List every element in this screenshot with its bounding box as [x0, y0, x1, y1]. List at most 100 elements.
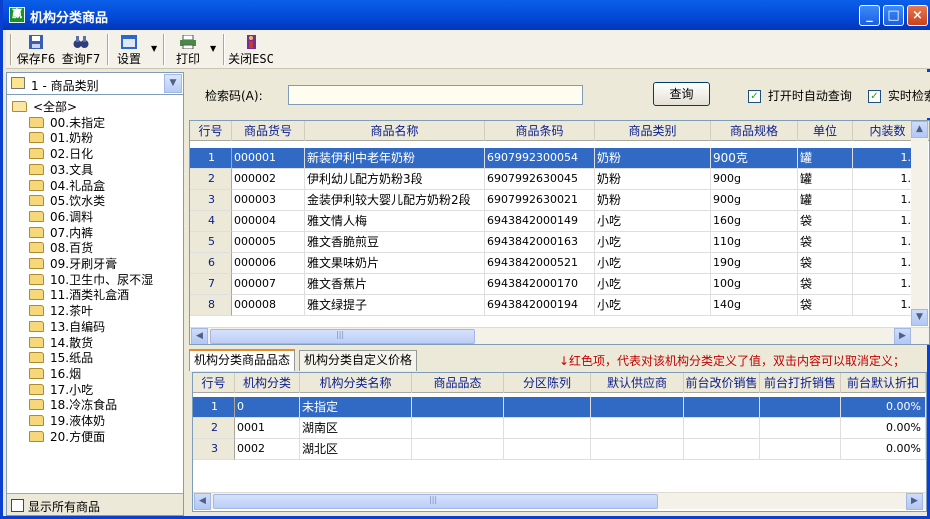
minimize-button[interactable]: _: [859, 5, 880, 26]
scroll-thumb[interactable]: |||: [213, 494, 658, 509]
query-button[interactable]: 查询F7: [60, 33, 102, 67]
tree-item-label: 07.内裤: [50, 225, 94, 240]
save-button[interactable]: 保存F6: [16, 33, 56, 67]
column-header[interactable]: 默认供应商: [591, 373, 684, 393]
tree-item[interactable]: 04.礼品盒: [29, 178, 105, 194]
search-button[interactable]: 查询: [653, 82, 710, 106]
settings-dropdown-icon[interactable]: ▼: [151, 44, 157, 53]
column-header[interactable]: 商品名称: [305, 121, 485, 141]
auto-query-checkbox[interactable]: ✓: [748, 90, 761, 103]
tree-item[interactable]: 10.卫生巾、尿不湿: [29, 272, 153, 288]
category-type-select[interactable]: 1 - 商品类别 ▼: [7, 73, 183, 95]
column-header[interactable]: 行号: [190, 121, 232, 141]
save-icon: [29, 35, 43, 49]
category-tree: <全部> 00.未指定 01.奶粉 02.日化 03.文具 04.礼品盒 05.饮水类 06.…: [7, 97, 183, 492]
scroll-up-arrow-icon[interactable]: ▲: [911, 121, 928, 138]
table-cell: 6907992300054: [485, 148, 595, 169]
show-all-checkbox[interactable]: [11, 498, 24, 512]
tree-item[interactable]: 19.液体奶: [29, 413, 105, 429]
scroll-left-arrow-icon[interactable]: ◀: [194, 493, 211, 510]
folder-icon: [29, 399, 44, 411]
table-cell: 小吃: [595, 274, 711, 295]
tree-item-label: 08.百货: [50, 241, 94, 256]
column-header[interactable]: 前台改价销售: [684, 373, 760, 393]
realtime-search-option[interactable]: ✓ 实时检索: [868, 87, 930, 104]
tree-item[interactable]: 00.未指定: [29, 115, 105, 131]
chevron-down-icon[interactable]: ▼: [164, 74, 182, 93]
table-cell: 湖北区: [300, 439, 412, 460]
tree-item-root[interactable]: <全部>: [12, 99, 77, 115]
grid-header: 行号 商品货号 商品名称 商品条码 商品类别 商品规格 单位 内装数: [190, 121, 929, 141]
title-bar[interactable]: 赢 机构分类商品 _ □ ×: [3, 0, 930, 30]
column-header[interactable]: 商品条码: [485, 121, 595, 141]
scroll-right-arrow-icon[interactable]: ▶: [906, 493, 923, 510]
table-cell: 7: [190, 274, 232, 295]
column-header[interactable]: 单位: [798, 121, 853, 141]
table-cell: [684, 439, 760, 460]
table-cell: 3: [193, 439, 235, 460]
tree-item[interactable]: 07.内裤: [29, 225, 93, 241]
tree-item[interactable]: 05.饮水类: [29, 193, 105, 209]
column-header[interactable]: 行号: [193, 373, 235, 393]
tab-org-category-price[interactable]: 机构分类自定义价格: [299, 350, 418, 371]
scroll-thumb[interactable]: |||: [210, 329, 475, 344]
close-esc-button[interactable]: 关闭ESC: [228, 33, 274, 67]
tree-item[interactable]: 15.纸品: [29, 350, 93, 366]
tree-item[interactable]: 08.百货: [29, 240, 93, 256]
table-cell: 5: [190, 232, 232, 253]
tree-item[interactable]: 06.调料: [29, 209, 93, 225]
column-header[interactable]: 分区陈列: [504, 373, 591, 393]
table-cell: 0002: [235, 439, 300, 460]
table-cell: 奶粉: [595, 148, 711, 169]
table-cell: 0.00%: [841, 397, 926, 418]
tree-item[interactable]: 14.散货: [29, 335, 93, 351]
horizontal-scrollbar[interactable]: ◀ ||| ▶: [190, 327, 929, 344]
tree-item[interactable]: 09.牙刷牙膏: [29, 256, 117, 272]
scroll-grip: |||: [336, 330, 345, 339]
table-cell: 雅文果味奶片: [305, 253, 485, 274]
horizontal-scrollbar[interactable]: ◀ ||| ▶: [193, 492, 926, 510]
column-header[interactable]: 机构分类: [235, 373, 300, 393]
table-cell: 900g: [711, 169, 798, 190]
column-header[interactable]: 商品货号: [232, 121, 305, 141]
print-button[interactable]: 打印: [172, 33, 204, 67]
tree-item[interactable]: 13.自编码: [29, 319, 105, 335]
tree-item[interactable]: 12.茶叶: [29, 303, 93, 319]
tree-item[interactable]: 02.日化: [29, 146, 93, 162]
scroll-left-arrow-icon[interactable]: ◀: [191, 328, 208, 344]
tree-item[interactable]: 17.小吃: [29, 382, 93, 398]
folder-icon: [29, 148, 44, 160]
column-header[interactable]: 商品规格: [711, 121, 798, 141]
tree-item[interactable]: 16.烟: [29, 366, 81, 382]
toolbar: 保存F6 查询F7 设置 ▼ 打印 ▼ 关闭ESC: [6, 30, 930, 69]
maximize-button[interactable]: □: [883, 5, 904, 26]
column-header[interactable]: 商品类别: [595, 121, 711, 141]
search-input[interactable]: [288, 85, 583, 105]
close-window-button[interactable]: ×: [907, 5, 928, 26]
tab-org-category-state[interactable]: 机构分类商品品态: [189, 349, 296, 371]
table-cell: 6: [190, 253, 232, 274]
column-header[interactable]: 商品品态: [412, 373, 504, 393]
checkbox-box[interactable]: [11, 499, 24, 512]
column-header[interactable]: 前台打折销售: [760, 373, 841, 393]
print-dropdown-icon[interactable]: ▼: [210, 44, 216, 53]
scroll-right-arrow-icon[interactable]: ▶: [894, 328, 911, 344]
vertical-scrollbar[interactable]: ▲ ▼: [911, 121, 928, 326]
tree-item[interactable]: 11.酒类礼盒酒: [29, 287, 129, 303]
close-esc-label: 关闭ESC: [228, 52, 274, 66]
auto-query-option[interactable]: ✓ 打开时自动查询: [748, 87, 852, 104]
table-cell: 袋: [798, 211, 853, 232]
folder-icon: [29, 242, 44, 254]
realtime-search-checkbox[interactable]: ✓: [868, 90, 881, 103]
column-header[interactable]: 机构分类名称: [300, 373, 412, 393]
tree-item[interactable]: 01.奶粉: [29, 130, 93, 146]
table-cell: [591, 397, 684, 418]
tree-item[interactable]: 18.冷冻食品: [29, 397, 117, 413]
tree-item[interactable]: 20.方便面: [29, 429, 105, 445]
tree-item[interactable]: 03.文具: [29, 162, 93, 178]
settings-button[interactable]: 设置: [112, 33, 146, 67]
table-cell: 000002: [232, 169, 305, 190]
column-header[interactable]: 前台默认折扣: [841, 373, 926, 393]
scroll-down-arrow-icon[interactable]: ▼: [911, 309, 928, 326]
tree-item-label: 02.日化: [50, 147, 94, 162]
